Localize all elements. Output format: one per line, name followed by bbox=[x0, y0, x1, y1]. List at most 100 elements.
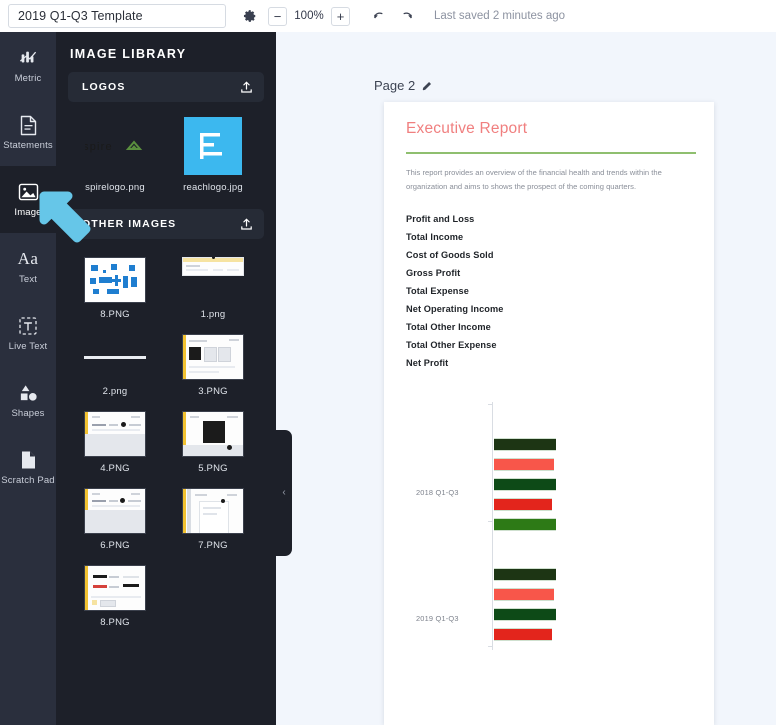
sidebar-item-label: Shapes bbox=[11, 408, 45, 420]
image-icon bbox=[18, 180, 39, 204]
scratch-pad-icon bbox=[20, 448, 37, 472]
sidebar-item-live-text[interactable]: Live Text bbox=[0, 300, 56, 367]
top-toolbar: 2019 Q1-Q3 Template − 100% + Last saved … bbox=[0, 0, 776, 32]
live-text-icon bbox=[18, 314, 38, 338]
report-title: Executive Report bbox=[406, 120, 528, 137]
upload-icon[interactable] bbox=[239, 80, 254, 95]
chart-category-label: 2018 Q1-Q3 bbox=[416, 488, 459, 498]
thumbnail-label: 6.PNG bbox=[100, 540, 130, 551]
sidebar-item-image[interactable]: Image bbox=[0, 166, 56, 233]
thumbnail-label: 4.PNG bbox=[100, 463, 130, 474]
document-page[interactable]: Executive Report This report provides an… bbox=[384, 102, 714, 725]
thumbnail-label: 1.png bbox=[200, 309, 226, 320]
section-header-other-images[interactable]: OTHER IMAGES bbox=[68, 209, 264, 239]
list-item[interactable]: 2.png bbox=[70, 334, 160, 397]
table-row: Net Operating Income bbox=[406, 304, 504, 315]
list-item[interactable]: 8.PNG bbox=[70, 565, 160, 628]
table-row: Cost of Goods Sold bbox=[406, 250, 494, 261]
sidebar-item-label: Metric bbox=[14, 73, 42, 85]
table-row: Total Expense bbox=[406, 286, 469, 297]
thumbnail-preview[interactable] bbox=[84, 257, 146, 303]
other-images-thumbnail-grid: 8.PNG 1.png 2.png 3.PNG 4.PNG 5.PNG 6.PN… bbox=[66, 239, 266, 642]
chart-bar bbox=[494, 568, 556, 582]
gear-icon[interactable] bbox=[240, 6, 260, 26]
redo-icon[interactable] bbox=[399, 10, 414, 22]
panel-collapse-handle[interactable]: ‹ bbox=[276, 430, 292, 556]
document-title-text: 2019 Q1-Q3 Template bbox=[18, 9, 143, 23]
axis-tick bbox=[488, 646, 493, 648]
thumbnail-label: 7.PNG bbox=[198, 540, 228, 551]
table-row: Total Income bbox=[406, 232, 464, 243]
text-aa-icon: Aa bbox=[17, 249, 39, 269]
sidebar-item-shapes[interactable]: Shapes bbox=[0, 367, 56, 434]
thumbnail-label: spirelogo.png bbox=[85, 182, 145, 193]
financial-table: Profit and Loss Total Income Cost of Goo… bbox=[406, 210, 692, 372]
list-item[interactable]: reachlogo.jpg bbox=[168, 116, 258, 193]
chart-bar bbox=[494, 628, 552, 642]
page-label-group: Page 2 bbox=[374, 78, 433, 93]
thumbnail-preview[interactable] bbox=[84, 411, 146, 457]
table-row: Total Other Expense bbox=[406, 340, 497, 351]
sidebar-item-label: Image bbox=[14, 207, 42, 219]
chart-bar bbox=[494, 438, 556, 452]
sidebar-item-statements[interactable]: Statements bbox=[0, 99, 56, 166]
section-header-logos[interactable]: LOGOS bbox=[68, 72, 264, 102]
list-item[interactable]: 3.PNG bbox=[168, 334, 258, 397]
list-item[interactable]: 4.PNG bbox=[70, 411, 160, 474]
thumbnail-spirelogo[interactable]: spire bbox=[85, 116, 145, 176]
chart-bar bbox=[494, 478, 556, 492]
section-label: OTHER IMAGES bbox=[82, 218, 177, 230]
panel-title: IMAGE LIBRARY bbox=[70, 47, 187, 61]
page-number-label: Page 2 bbox=[374, 78, 416, 93]
sidebar-item-scratch-pad[interactable]: Scratch Pad bbox=[0, 434, 56, 501]
app-root: 2019 Q1-Q3 Template − 100% + Last saved … bbox=[0, 0, 776, 725]
chart-bar bbox=[494, 518, 556, 532]
left-tool-rail: Metric Statements Image Aa Text Live Tex… bbox=[0, 32, 56, 725]
thumbnail-preview[interactable] bbox=[182, 257, 244, 303]
table-row: Gross Profit bbox=[406, 268, 461, 279]
undo-redo-group bbox=[372, 10, 414, 22]
sidebar-item-label: Statements bbox=[3, 140, 53, 152]
list-item[interactable]: 1.png bbox=[168, 257, 258, 320]
undo-icon[interactable] bbox=[372, 10, 387, 22]
list-item[interactable]: 8.PNG bbox=[70, 257, 160, 320]
thumbnail-label: 2.png bbox=[102, 386, 128, 397]
upload-icon[interactable] bbox=[239, 217, 254, 232]
save-status-text: Last saved 2 minutes ago bbox=[434, 10, 566, 22]
list-item[interactable]: 5.PNG bbox=[168, 411, 258, 474]
metric-icon bbox=[18, 46, 38, 70]
thumbnail-preview[interactable] bbox=[182, 411, 244, 457]
thumbnail-preview[interactable] bbox=[182, 334, 244, 380]
image-library-panel: IMAGE LIBRARY LOGOS spire spirelogo.png … bbox=[56, 32, 276, 725]
list-item[interactable]: spire spirelogo.png bbox=[70, 116, 160, 193]
thumbnail-label: 5.PNG bbox=[198, 463, 228, 474]
list-item[interactable]: 6.PNG bbox=[70, 488, 160, 551]
sidebar-item-label: Text bbox=[18, 274, 38, 286]
zoom-in-button[interactable]: + bbox=[331, 6, 350, 26]
report-paragraph: This report provides an overview of the … bbox=[406, 168, 662, 192]
section-label: LOGOS bbox=[82, 81, 126, 93]
thumbnail-preview[interactable] bbox=[84, 488, 146, 534]
sidebar-item-metric[interactable]: Metric bbox=[0, 32, 56, 99]
table-row: Total Other Income bbox=[406, 322, 491, 333]
thumbnail-preview[interactable] bbox=[84, 565, 146, 611]
pencil-icon[interactable] bbox=[421, 80, 433, 92]
thumbnail-preview[interactable] bbox=[84, 334, 146, 380]
zoom-level-value: 100% bbox=[294, 10, 324, 22]
thumbnail-reachlogo[interactable] bbox=[183, 116, 243, 176]
document-title-input[interactable]: 2019 Q1-Q3 Template bbox=[8, 4, 226, 28]
svg-text:spire: spire bbox=[85, 141, 113, 153]
zoom-out-button[interactable]: − bbox=[268, 6, 287, 26]
axis-tick bbox=[488, 521, 493, 523]
zoom-controls: − 100% + bbox=[268, 6, 350, 26]
document-icon bbox=[19, 113, 38, 137]
chart-bar bbox=[494, 588, 554, 602]
thumbnail-label: 3.PNG bbox=[198, 386, 228, 397]
sidebar-item-text[interactable]: Aa Text bbox=[0, 233, 56, 300]
thumbnail-preview[interactable] bbox=[182, 488, 244, 534]
chart-category-label: 2019 Q1-Q3 bbox=[416, 614, 459, 624]
thumbnail-label: 8.PNG bbox=[100, 617, 130, 628]
list-item[interactable]: 7.PNG bbox=[168, 488, 258, 551]
thumbnail-label: reachlogo.jpg bbox=[183, 182, 243, 193]
sidebar-item-label: Scratch Pad bbox=[1, 475, 55, 487]
